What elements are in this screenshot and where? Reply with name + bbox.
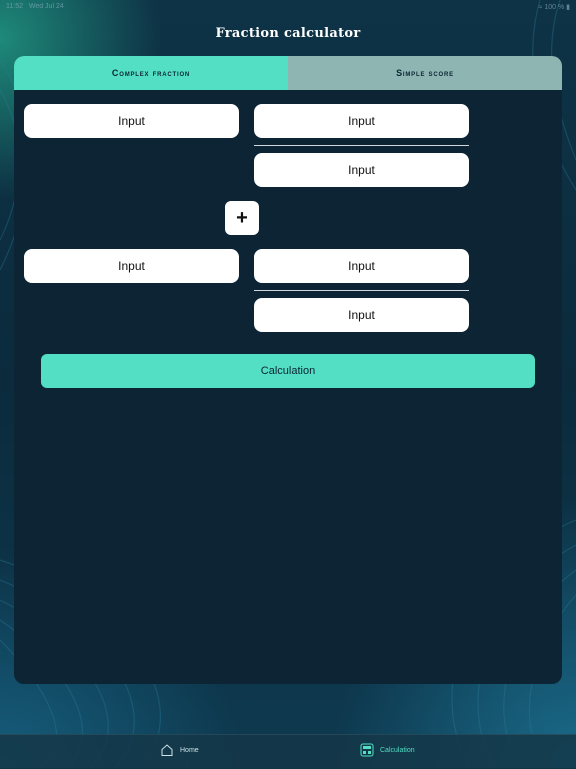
second-numerator-input[interactable]: Input bbox=[254, 249, 469, 283]
calculator-panel: Complex fraction Simple score Input Inpu… bbox=[14, 56, 562, 684]
status-bar: 11:52 Wed Jul 24 ≈ 100 % ▮ bbox=[0, 0, 576, 14]
nav-item-home[interactable]: Home bbox=[160, 743, 199, 757]
wifi-icon: ≈ bbox=[538, 4, 543, 11]
tab-simple-score[interactable]: Simple score bbox=[288, 56, 562, 90]
bottom-navigation: Home Calculation bbox=[0, 734, 576, 769]
tab-bar: Complex fraction Simple score bbox=[14, 56, 562, 90]
calculation-button[interactable]: Calculation bbox=[41, 354, 535, 388]
operator-button[interactable]: + bbox=[225, 201, 259, 235]
page-title: Fraction calculator bbox=[215, 26, 361, 41]
nav-label-calculation: Calculation bbox=[380, 746, 415, 754]
second-fraction-bar bbox=[254, 290, 469, 291]
first-numerator-input[interactable]: Input bbox=[254, 104, 469, 138]
first-denominator-input[interactable]: Input bbox=[254, 153, 469, 187]
second-denominator-input[interactable]: Input bbox=[254, 298, 469, 332]
second-whole-input[interactable]: Input bbox=[24, 249, 239, 283]
status-time: 11:52 bbox=[6, 3, 23, 10]
status-date: Wed Jul 24 bbox=[28, 3, 64, 10]
nav-item-calculation[interactable]: Calculation bbox=[360, 743, 415, 757]
calculator-icon bbox=[360, 743, 374, 757]
home-icon bbox=[160, 743, 174, 757]
status-battery: 100 % bbox=[544, 4, 565, 11]
first-fraction-bar bbox=[254, 145, 469, 146]
battery-icon: ▮ bbox=[566, 4, 570, 11]
first-whole-input[interactable]: Input bbox=[24, 104, 239, 138]
nav-label-home: Home bbox=[180, 746, 199, 754]
tab-complex-fraction[interactable]: Complex fraction bbox=[14, 56, 288, 90]
